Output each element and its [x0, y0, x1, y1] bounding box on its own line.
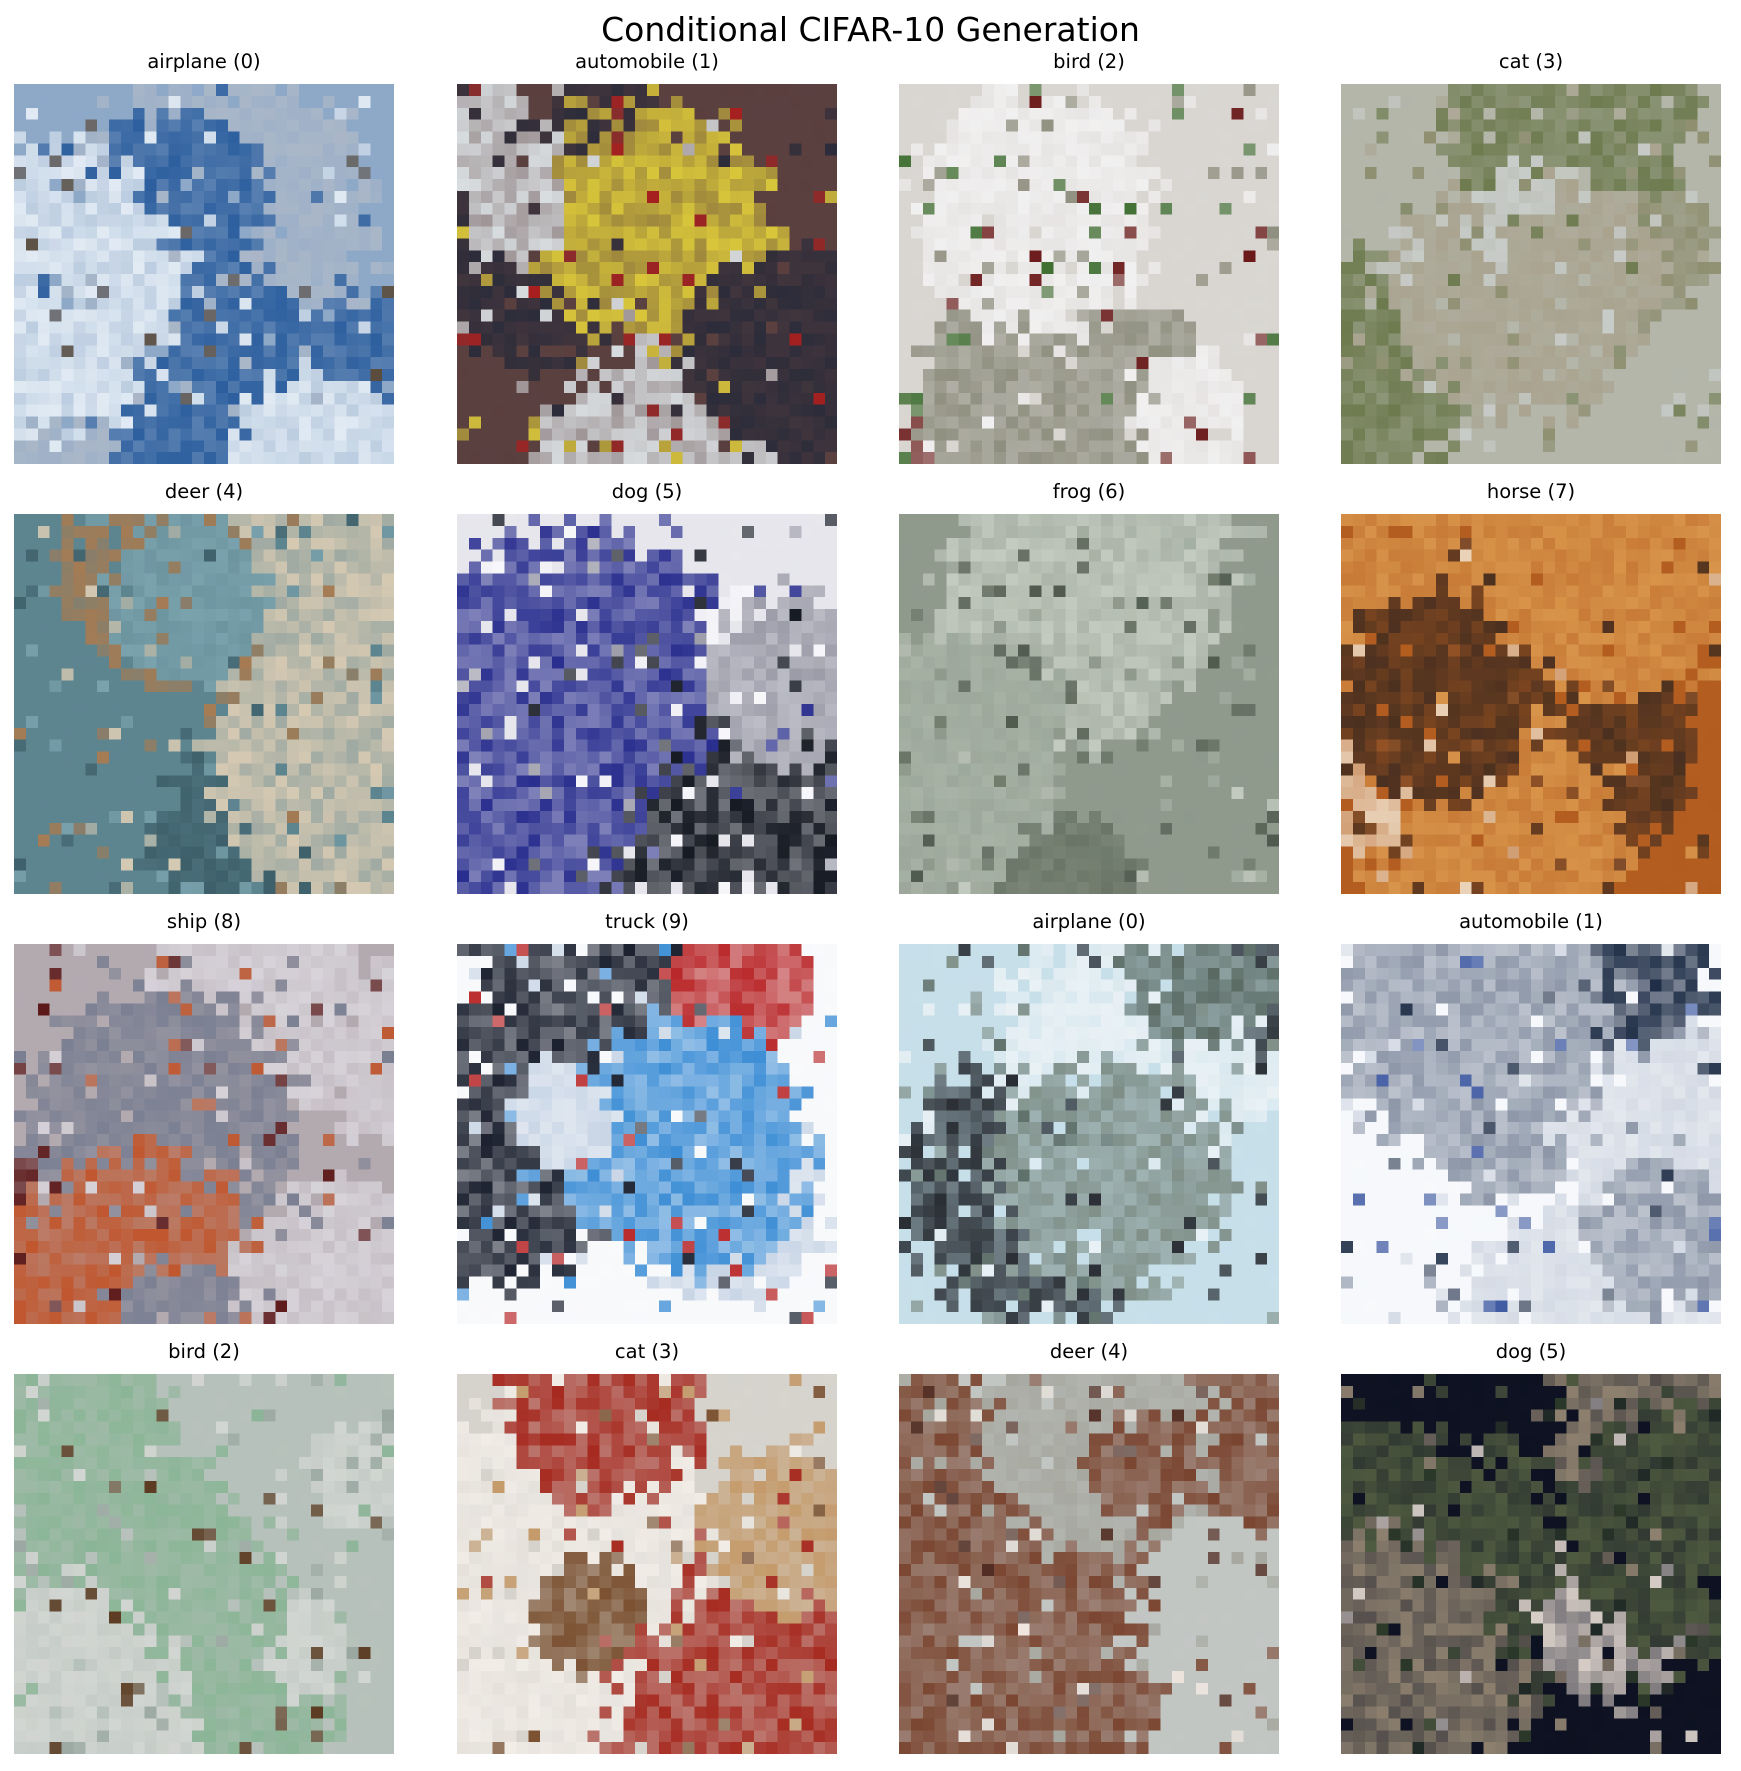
sample-cell: automobile (1): [457, 49, 837, 467]
pixel-mosaic: [899, 84, 1279, 464]
sample-cell: frog (6): [899, 479, 1279, 897]
sample-cell: cat (3): [1341, 49, 1721, 467]
sample-label: deer (4): [164, 480, 244, 503]
sample-cell: bird (2): [899, 49, 1279, 467]
generated-image: [457, 944, 837, 1324]
sample-label: deer (4): [1049, 1340, 1129, 1363]
sample-label: dog (5): [611, 480, 683, 503]
pixel-mosaic: [457, 1374, 837, 1754]
generated-image: [457, 84, 837, 464]
pixel-mosaic: [1341, 1374, 1721, 1754]
sample-cell: airplane (0): [14, 49, 394, 467]
sample-cell: deer (4): [14, 479, 394, 897]
generated-image: [1341, 514, 1721, 894]
pixel-mosaic: [14, 514, 394, 894]
generated-image: [899, 514, 1279, 894]
sample-label: frog (6): [1052, 480, 1126, 503]
pixel-mosaic: [899, 514, 1279, 894]
generated-image: [899, 944, 1279, 1324]
generated-image: [14, 1374, 394, 1754]
generated-image: [1341, 944, 1721, 1324]
generated-image: [14, 944, 394, 1324]
sample-cell: deer (4): [899, 1339, 1279, 1757]
sample-label: horse (7): [1486, 480, 1576, 503]
pixel-mosaic: [14, 1374, 394, 1754]
pixel-mosaic: [1341, 514, 1721, 894]
sample-label: bird (2): [1053, 50, 1125, 73]
pixel-mosaic: [457, 514, 837, 894]
generated-image: [457, 1374, 837, 1754]
sample-cell: truck (9): [457, 909, 837, 1327]
sample-label: airplane (0): [1032, 910, 1146, 933]
sample-cell: bird (2): [14, 1339, 394, 1757]
sample-cell: dog (5): [1341, 1339, 1721, 1757]
pixel-mosaic: [457, 84, 837, 464]
pixel-mosaic: [457, 944, 837, 1324]
pixel-mosaic: [1341, 84, 1721, 464]
pixel-mosaic: [1341, 944, 1721, 1324]
sample-cell: automobile (1): [1341, 909, 1721, 1327]
sample-cell: ship (8): [14, 909, 394, 1327]
sample-cell: cat (3): [457, 1339, 837, 1757]
sample-label: automobile (1): [1459, 910, 1603, 933]
generated-image: [14, 84, 394, 464]
pixel-mosaic: [899, 1374, 1279, 1754]
sample-label: cat (3): [1498, 50, 1564, 73]
generated-image: [457, 514, 837, 894]
pixel-mosaic: [14, 944, 394, 1324]
sample-label: bird (2): [168, 1340, 240, 1363]
sample-cell: airplane (0): [899, 909, 1279, 1327]
sample-label: ship (8): [166, 910, 242, 933]
sample-label: cat (3): [614, 1340, 680, 1363]
sample-label: airplane (0): [147, 50, 261, 73]
sample-label: dog (5): [1495, 1340, 1567, 1363]
sample-cell: horse (7): [1341, 479, 1721, 897]
sample-cell: dog (5): [457, 479, 837, 897]
pixel-mosaic: [899, 944, 1279, 1324]
pixel-mosaic: [14, 84, 394, 464]
generated-image: [899, 1374, 1279, 1754]
generated-image: [14, 514, 394, 894]
generated-image: [1341, 84, 1721, 464]
generated-image: [899, 84, 1279, 464]
generated-image: [1341, 1374, 1721, 1754]
figure-title: Conditional CIFAR-10 Generation: [601, 10, 1140, 49]
sample-label: truck (9): [605, 910, 689, 933]
sample-label: automobile (1): [575, 50, 719, 73]
